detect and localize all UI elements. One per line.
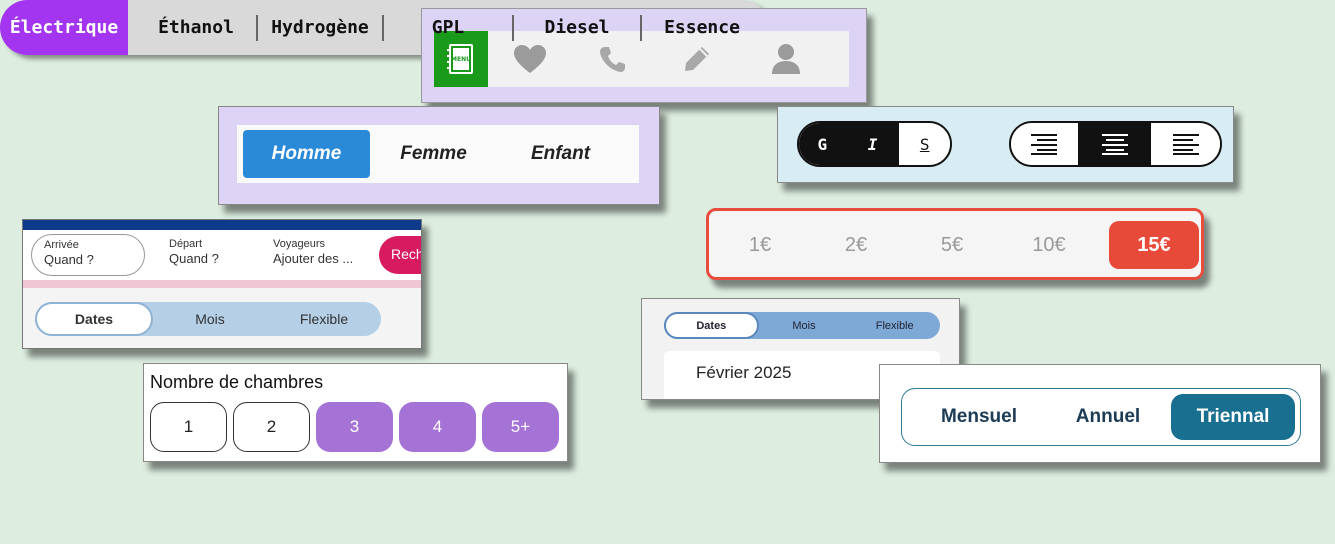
- italic-button[interactable]: I: [847, 123, 900, 165]
- underline-button[interactable]: S: [899, 123, 950, 165]
- departure-label: Départ: [169, 238, 203, 250]
- travelers-label: Voyageurs: [273, 238, 325, 250]
- align-right-icon: [1031, 134, 1058, 155]
- date-mode-tabs: Dates Mois Flexible: [35, 302, 381, 336]
- gender-option-homme[interactable]: Homme: [243, 130, 370, 178]
- align-left-button[interactable]: [1151, 123, 1220, 165]
- rooms-card: Nombre de chambres 1 2 3 4 5+: [143, 363, 568, 462]
- fuel-option-essence[interactable]: Essence: [642, 0, 762, 55]
- align-right-button[interactable]: [1011, 123, 1080, 165]
- align-center-button[interactable]: [1079, 123, 1152, 165]
- divider: [256, 15, 258, 41]
- billing-segmented-control: Mensuel Annuel Triennal: [901, 388, 1301, 446]
- tab-mois[interactable]: Mois: [759, 312, 850, 339]
- departure-value: Quand ?: [169, 251, 219, 266]
- bold-button[interactable]: G: [799, 123, 848, 165]
- fuel-option-gpl[interactable]: GPL: [384, 0, 512, 55]
- svg-text:MENU: MENU: [451, 56, 471, 63]
- room-option-1[interactable]: 1: [150, 402, 227, 452]
- tab-dates[interactable]: Dates: [664, 312, 759, 339]
- text-align-group: [1009, 121, 1222, 167]
- amount-selector-card: 1€ 2€ 5€ 10€ 15€: [706, 208, 1204, 280]
- text-format-card: G I S: [777, 106, 1234, 183]
- align-center-icon: [1101, 134, 1128, 155]
- tab-dates[interactable]: Dates: [35, 302, 153, 336]
- amount-option-2[interactable]: 2€: [817, 221, 895, 269]
- travelers-field[interactable]: Voyageurs Ajouter des ...: [261, 234, 373, 276]
- amount-option-15[interactable]: 15€: [1109, 221, 1199, 269]
- travelers-value: Ajouter des ...: [273, 251, 354, 266]
- billing-option-annuel[interactable]: Annuel: [1048, 394, 1168, 440]
- room-option-5-plus[interactable]: 5+: [482, 402, 559, 452]
- tab-mois[interactable]: Mois: [153, 302, 267, 336]
- departure-field[interactable]: Départ Quand ?: [157, 234, 261, 276]
- fuel-option-ethanol[interactable]: Éthanol: [136, 0, 256, 55]
- rooms-title: Nombre de chambres: [150, 372, 324, 392]
- text-style-group: G I S: [797, 121, 952, 167]
- arrival-value: Quand ?: [44, 252, 94, 267]
- amount-option-5[interactable]: 5€: [913, 221, 991, 269]
- header-bar: [23, 220, 421, 230]
- fuel-option-electrique[interactable]: Électrique: [0, 0, 128, 55]
- billing-option-triennal[interactable]: Triennal: [1171, 394, 1295, 440]
- tab-flexible[interactable]: Flexible: [267, 302, 381, 336]
- arrival-label: Arrivée: [44, 239, 79, 251]
- gender-option-femme[interactable]: Femme: [370, 130, 497, 178]
- calendar-mode-tabs: Dates Mois Flexible: [664, 312, 940, 339]
- fuel-option-diesel[interactable]: Diesel: [514, 0, 640, 55]
- gender-selector-card: Homme Femme Enfant: [218, 106, 660, 205]
- booking-search-card: Arrivée Quand ? Départ Quand ? Voyageurs…: [22, 219, 422, 349]
- align-left-icon: [1172, 134, 1199, 155]
- room-option-3[interactable]: 3: [316, 402, 393, 452]
- month-title: Février 2025: [696, 363, 792, 382]
- billing-option-mensuel[interactable]: Mensuel: [910, 394, 1048, 440]
- fuel-option-hydrogene[interactable]: Hydrogène: [260, 0, 380, 55]
- amount-option-1[interactable]: 1€: [721, 221, 799, 269]
- amount-option-10[interactable]: 10€: [1009, 221, 1089, 269]
- tab-flexible[interactable]: Flexible: [849, 312, 940, 339]
- divider-band: [23, 280, 421, 288]
- room-option-4[interactable]: 4: [399, 402, 476, 452]
- fuel-type-selector: Électrique Éthanol Hydrogène GPL Diesel …: [0, 0, 769, 55]
- user-icon: [772, 44, 800, 74]
- arrival-field[interactable]: Arrivée Quand ?: [31, 234, 145, 276]
- search-button[interactable]: Rech: [379, 236, 421, 274]
- gender-segmented-control: Homme Femme Enfant: [237, 125, 639, 183]
- room-option-2[interactable]: 2: [233, 402, 310, 452]
- gender-option-enfant[interactable]: Enfant: [497, 130, 624, 178]
- billing-period-card: Mensuel Annuel Triennal: [879, 364, 1321, 463]
